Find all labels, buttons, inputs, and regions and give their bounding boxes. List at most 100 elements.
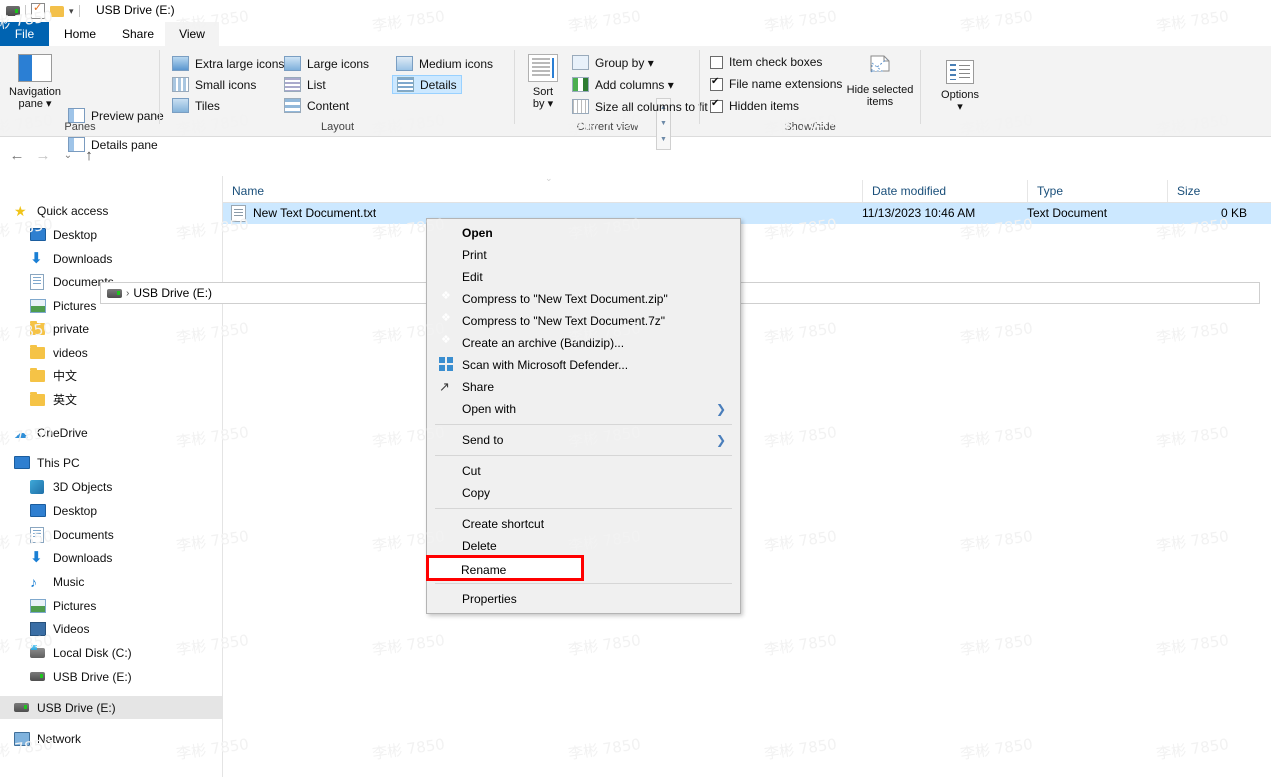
context-menu-item-properties[interactable]: Properties	[427, 588, 740, 610]
sidebar-item-private[interactable]: private	[0, 317, 223, 340]
context-menu-item-cut[interactable]: Cut	[427, 460, 740, 482]
hidden-items-checkbox[interactable]	[710, 100, 723, 113]
context-menu-item-send-to[interactable]: Send to❯	[427, 429, 740, 451]
layout-small-icons[interactable]: Small icons	[168, 76, 260, 93]
small-icons-icon	[172, 77, 189, 92]
navigation-pane[interactable]: ★Quick accessDesktop📌⬇Downloads📌 Document…	[0, 176, 223, 777]
sidebar-item-3d-objects[interactable]: 3D Objects	[0, 475, 223, 498]
context-menu-item-compress-to-new-text-document-zip[interactable]: Compress to "New Text Document.zip"	[427, 288, 740, 310]
sidebar-item-desktop[interactable]: Desktop	[0, 499, 223, 522]
sidebar-item-label: Downloads	[53, 252, 112, 266]
new-folder-icon[interactable]	[50, 6, 64, 17]
forward-button[interactable]: →	[32, 145, 54, 167]
context-menu-item-open-with[interactable]: Open with❯	[427, 398, 740, 420]
folder-icon-wrap	[30, 345, 46, 361]
sidebar-item-pictures[interactable]: Pictures	[0, 594, 223, 617]
sidebar-item-music[interactable]: ♪Music	[0, 570, 223, 593]
documents-icon	[30, 274, 44, 290]
sidebar-item-英文[interactable]: 英文	[0, 388, 223, 411]
sidebar-item-videos[interactable]: videos	[0, 341, 223, 364]
add-columns-button[interactable]: Add columns ▾	[572, 77, 674, 92]
ribbon-tab-bar: File Home Share View	[0, 22, 1271, 46]
sidebar-item-onedrive[interactable]: ☁OneDrive	[0, 421, 223, 444]
layout-medium-icons[interactable]: Medium icons	[392, 55, 497, 72]
sidebar-item-usb-drive-e[interactable]: USB Drive (E:)	[0, 696, 223, 719]
medium-icons-icon	[396, 56, 413, 71]
navigation-pane-button[interactable]: Navigation pane ▾	[2, 54, 68, 110]
sidebar-item-usb-drive-e[interactable]: USB Drive (E:)	[0, 665, 223, 688]
context-menu-item-delete[interactable]: Delete	[427, 535, 740, 557]
hide-selected-items-button[interactable]: Hide selected items	[840, 54, 920, 108]
column-header-size[interactable]: Size	[1167, 180, 1257, 202]
file-name-extensions-checkbox[interactable]	[710, 78, 723, 91]
context-menu-item-label: Properties	[462, 592, 517, 606]
file-name-extensions-label: File name extensions	[729, 77, 842, 91]
layout-group-label: Layout	[160, 121, 515, 133]
ribbon-group-panes: Navigation pane ▾ Preview pane Details p…	[0, 46, 160, 136]
sidebar-item-network[interactable]: Network	[0, 727, 223, 750]
layout-details[interactable]: Details	[392, 75, 462, 94]
context-menu-item-share[interactable]: ↗Share	[427, 376, 740, 398]
sidebar-item-label: Music	[53, 575, 84, 589]
back-button[interactable]: ←	[6, 145, 28, 167]
add-columns-label: Add columns ▾	[595, 78, 674, 92]
sidebar-item-videos[interactable]: Videos	[0, 617, 223, 640]
table-row[interactable]: New Text Document.txt11/13/2023 10:46 AM…	[222, 202, 1271, 224]
column-header-date-modified[interactable]: Date modified	[862, 180, 1027, 202]
quick-access-toolbar[interactable]: ▾	[6, 3, 80, 19]
sidebar-item-中文[interactable]: 中文	[0, 364, 223, 387]
options-label-line2: ▾	[925, 101, 995, 113]
chevron-down-icon[interactable]: ▾	[69, 6, 74, 17]
context-menu-item-print[interactable]: Print	[427, 244, 740, 266]
layout-list[interactable]: List	[280, 76, 330, 93]
column-header-type[interactable]: Type	[1027, 180, 1167, 202]
sidebar-item-documents[interactable]: Documents	[0, 523, 223, 546]
layout-content[interactable]: Content	[280, 97, 353, 114]
tab-view[interactable]: View	[165, 22, 219, 46]
sidebar-item-label: Desktop	[53, 228, 97, 242]
sidebar-item-downloads[interactable]: ⬇Downloads📌	[0, 247, 223, 270]
folder-icon	[30, 394, 45, 406]
layout-large-icons[interactable]: Large icons	[280, 55, 373, 72]
sidebar-item-this-pc[interactable]: This PC	[0, 451, 223, 474]
sort-by-button[interactable]: Sort by ▾	[518, 54, 568, 110]
context-menu-item-create-shortcut[interactable]: Create shortcut	[427, 513, 740, 535]
context-menu-item-edit[interactable]: Edit	[427, 266, 740, 288]
context-menu-item-copy[interactable]: Copy	[427, 482, 740, 504]
menu-item-icon	[439, 335, 455, 351]
size-all-columns-button[interactable]: Size all columns to fit	[572, 99, 708, 114]
sidebar-item-local-disk-c[interactable]: Local Disk (C:)	[0, 641, 223, 664]
context-menu-item-compress-to-new-text-document-7z[interactable]: Compress to "New Text Document.7z"	[427, 310, 740, 332]
breadcrumb-path[interactable]: USB Drive (E:)	[133, 286, 212, 300]
file-name-cell[interactable]: New Text Document.txt	[231, 205, 376, 222]
group-by-button[interactable]: Group by ▾	[572, 55, 654, 70]
details-pane-button[interactable]: Details pane	[68, 137, 158, 152]
file-name-extensions-option[interactable]: File name extensions	[710, 77, 842, 91]
context-menu-item-open[interactable]: Open	[427, 222, 740, 244]
context-menu-separator	[435, 424, 732, 425]
sidebar-item-downloads[interactable]: ⬇Downloads	[0, 546, 223, 569]
context-menu-separator	[435, 583, 732, 584]
properties-icon[interactable]	[31, 3, 45, 19]
layout-tiles[interactable]: Tiles	[168, 97, 224, 114]
context-menu-item-label: Delete	[462, 539, 497, 553]
item-check-boxes-checkbox[interactable]	[710, 56, 723, 69]
ribbon-group-show-hide: Item check boxes File name extensions Hi…	[700, 46, 925, 136]
qat-divider-2	[79, 5, 80, 17]
tab-home[interactable]: Home	[49, 22, 111, 46]
documents-icon-wrap	[30, 274, 46, 290]
sidebar-item-label: Network	[37, 732, 81, 746]
menu-item-icon	[439, 291, 455, 307]
options-button[interactable]: Options ▾	[925, 60, 995, 113]
tab-file[interactable]: File	[0, 22, 49, 46]
item-check-boxes-option[interactable]: Item check boxes	[710, 55, 822, 69]
context-menu-item-create-an-archive-bandizip[interactable]: Create an archive (Bandizip)...	[427, 332, 740, 354]
sidebar-item-quick-access[interactable]: ★Quick access	[0, 199, 223, 222]
sidebar-item-label: 中文	[53, 367, 77, 384]
tab-share[interactable]: Share	[111, 22, 165, 46]
sidebar-item-desktop[interactable]: Desktop📌	[0, 223, 223, 246]
layout-extra-large-icons[interactable]: Extra large icons	[168, 55, 288, 72]
hidden-items-option[interactable]: Hidden items	[710, 99, 799, 113]
column-header-name[interactable]: Name	[222, 180, 862, 202]
context-menu-item-scan-with-microsoft-defender[interactable]: Scan with Microsoft Defender...	[427, 354, 740, 376]
